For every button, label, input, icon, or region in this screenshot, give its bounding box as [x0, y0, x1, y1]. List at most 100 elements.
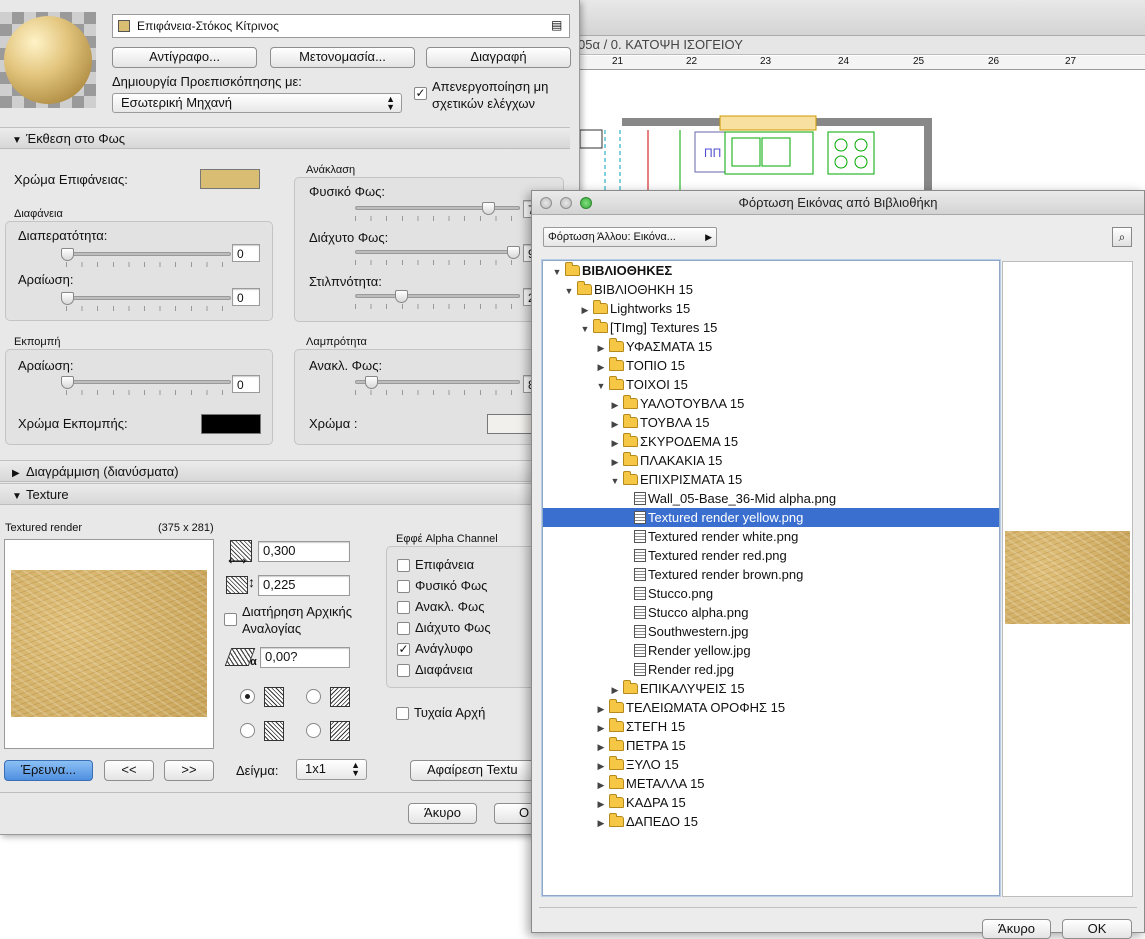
tree-row[interactable]: ▶ ΤΕΛΕΙΩΜΑΤΑ ΟΡΟΦΗΣ 15 — [543, 698, 999, 717]
tree-row[interactable]: ▼ ΤΟΙΧΟΙ 15 — [543, 375, 999, 394]
copy-button[interactable]: Αντίγραφο... — [112, 47, 257, 68]
load-other-button[interactable]: Φόρτωση Άλλου: Εικόνα... ▶ — [543, 227, 717, 247]
diffuse-slider[interactable] — [355, 246, 520, 259]
tree-row[interactable]: ▼ ΕΠΙΧΡΙΣΜΑΤΑ 15 — [543, 470, 999, 489]
tree-row[interactable]: ▶ ΞΥΛΟ 15 — [543, 755, 999, 774]
alpha-specular-checkbox[interactable] — [397, 601, 410, 614]
emission-color-swatch[interactable] — [201, 414, 261, 434]
orientation-radio-3[interactable] — [240, 723, 255, 738]
material-cancel-button[interactable]: Άκυρο — [408, 803, 477, 824]
random-origin-checkbox[interactable] — [396, 707, 409, 720]
tree-row[interactable]: ▼ ΒΙΒΛΙΟΘΗΚΕΣ — [543, 261, 999, 280]
tree-file-row-selected[interactable]: Textured render yellow.png — [543, 508, 999, 527]
attenuation-label: Αραίωση: — [18, 272, 74, 287]
material-name-field[interactable]: Επιφάνεια-Στόκος Κίτρινος ▤ — [112, 14, 570, 38]
tree-row[interactable]: ▶ ΤΟΥΒΛΑ 15 — [543, 413, 999, 432]
preview-engine-select[interactable]: Εσωτερική Μηχανή ▲ ▼ — [112, 93, 402, 113]
preview-toggle-icon[interactable]: ⌕ — [1112, 227, 1132, 247]
tree-file-row[interactable]: Textured render brown.png — [543, 565, 999, 584]
alpha-surface-checkbox[interactable] — [397, 559, 410, 572]
tree-collapsed-icon[interactable]: ▶ — [595, 814, 607, 833]
disable-checks-label: Απενεργοποίηση μη σχετικών ελέγχων — [432, 79, 549, 111]
tree-file-row[interactable]: Stucco.png — [543, 584, 999, 603]
dialog-titlebar[interactable]: Φόρτωση Εικόνας από Βιβλιοθήκη — [532, 191, 1144, 215]
tree-row[interactable]: ▼ ΒΙΒΛΙΟΘΗΚΗ 15 — [543, 280, 999, 299]
shininess-slider[interactable] — [355, 290, 520, 303]
tree-row[interactable]: ▶ Lightworks 15 — [543, 299, 999, 318]
tree-file-row[interactable]: Southwestern.jpg — [543, 622, 999, 641]
library-tree[interactable]: ▼ ΒΙΒΛΙΟΘΗΚΕΣ ▼ ΒΙΒΛΙΟΘΗΚΗ 15 ▶ Lightworks … — [542, 260, 1000, 896]
sample-select[interactable]: 1x1 ▲ ▼ — [296, 759, 367, 780]
alpha-channel-group: Επιφάνεια Φυσικό Φως Ανακλ. Φως Διάχυτο … — [386, 546, 546, 688]
next-texture-button[interactable]: >> — [164, 760, 214, 781]
surface-color-swatch[interactable] — [200, 169, 260, 189]
tree-file-row[interactable]: Textured render white.png — [543, 527, 999, 546]
alpha-specular-label: Ανακλ. Φως — [415, 599, 485, 614]
emission-attenuation-field[interactable]: 0 — [232, 375, 260, 393]
specular-thumb[interactable] — [364, 376, 378, 389]
emission-attenuation-slider[interactable] — [61, 376, 231, 389]
dialog-divider — [539, 907, 1137, 908]
attenuation-thumb[interactable] — [61, 292, 74, 305]
search-button[interactable]: Έρευνα... — [4, 760, 93, 781]
tree-row[interactable]: ▶ ΣΚΥΡΟΔΕΜΑ 15 — [543, 432, 999, 451]
folder-icon — [609, 737, 624, 751]
diffuse-thumb[interactable] — [506, 246, 520, 259]
alpha-transparency-checkbox[interactable] — [397, 664, 410, 677]
remove-texture-button[interactable]: Αφαίρεση Textu — [410, 760, 540, 781]
texture-height-field[interactable]: 0,225 — [258, 575, 350, 596]
reflection-group: Φυσικό Φως: 7 Διάχυτο Φως: 9 Στιλπνότητα… — [294, 177, 564, 322]
emission-attenuation-thumb[interactable] — [61, 376, 74, 389]
tree-row-label: ΤΟΥΒΛΑ 15 — [640, 415, 710, 430]
tree-row-label: Southwestern.jpg — [648, 624, 749, 639]
hatching-section[interactable]: ▶ Διαγράμμιση (διανύσματα) — [0, 460, 570, 482]
disable-checks-checkbox[interactable]: ✓ — [414, 87, 427, 100]
shininess-thumb[interactable] — [394, 290, 408, 303]
image-file-icon — [634, 606, 646, 619]
tree-row[interactable]: ▶ ΠΕΤΡΑ 15 — [543, 736, 999, 755]
specular-slider[interactable] — [355, 376, 520, 389]
alpha-diffuse-checkbox[interactable] — [397, 622, 410, 635]
dialog-ok-button[interactable]: OK — [1062, 919, 1132, 939]
tree-row[interactable]: ▶ ΜΕΤΑΛΛΑ 15 — [543, 774, 999, 793]
ambient-slider[interactable] — [355, 202, 520, 215]
texture-angle-field[interactable]: 0,00? — [260, 647, 350, 668]
dialog-cancel-button[interactable]: Άκυρο — [982, 919, 1051, 939]
tree-row[interactable]: ▶ ΔΑΠΕΔΟ 15 — [543, 812, 999, 831]
tree-row[interactable]: ▶ ΤΟΠΙΟ 15 — [543, 356, 999, 375]
tree-row[interactable]: ▶ ΚΑΔΡΑ 15 — [543, 793, 999, 812]
keep-ratio-checkbox[interactable] — [224, 613, 237, 626]
delete-button[interactable]: Διαγραφή — [426, 47, 571, 68]
rename-button[interactable]: Μετονομασία... — [270, 47, 415, 68]
texture-width-field[interactable]: 0,300 — [258, 541, 350, 562]
ambient-thumb[interactable] — [482, 202, 495, 215]
alpha-bump-checkbox[interactable]: ✓ — [397, 643, 410, 656]
tree-row-label: ΥΦΑΣΜΑΤΑ 15 — [626, 339, 713, 354]
folder-icon — [609, 813, 624, 827]
tree-row[interactable]: ▶ ΕΠΙΚΑΛΥΨΕΙΣ 15 — [543, 679, 999, 698]
tree-row-label: ΣΚΥΡΟΔΕΜΑ 15 — [640, 434, 739, 449]
texture-section[interactable]: ▼ Texture — [0, 483, 570, 505]
orientation-radio-4[interactable] — [306, 723, 321, 738]
orientation-radio-2[interactable] — [306, 689, 321, 704]
transmittance-field[interactable]: 0 — [232, 244, 260, 262]
tree-file-row[interactable]: Wall_05-Base_36-Mid alpha.png — [543, 489, 999, 508]
alpha-ambient-checkbox[interactable] — [397, 580, 410, 593]
tree-file-row[interactable]: Render red.jpg — [543, 660, 999, 679]
tree-row[interactable]: ▶ ΥΑΛΟΤΟΥΒΛΑ 15 — [543, 394, 999, 413]
tree-row[interactable]: ▶ ΥΦΑΣΜΑΤΑ 15 — [543, 337, 999, 356]
attenuation-field[interactable]: 0 — [232, 288, 260, 306]
tree-row[interactable]: ▶ ΠΛΑΚΑΚΙΑ 15 — [543, 451, 999, 470]
light-exposure-section[interactable]: ▼ Έκθεση στο Φως — [0, 127, 570, 149]
attenuation-slider[interactable] — [61, 292, 231, 305]
transmittance-thumb[interactable] — [61, 248, 74, 261]
tree-row[interactable]: ▶ ΣΤΕΓΗ 15 — [543, 717, 999, 736]
transmittance-slider[interactable] — [61, 248, 231, 261]
prev-texture-button[interactable]: << — [104, 760, 154, 781]
tree-file-row[interactable]: Stucco alpha.png — [543, 603, 999, 622]
orientation-radio-1[interactable] — [240, 689, 255, 704]
material-menu-icon[interactable]: ▤ — [551, 18, 562, 32]
tree-row[interactable]: ▼ [TImg] Textures 15 — [543, 318, 999, 337]
tree-file-row[interactable]: Textured render red.png — [543, 546, 999, 565]
tree-file-row[interactable]: Render yellow.jpg — [543, 641, 999, 660]
